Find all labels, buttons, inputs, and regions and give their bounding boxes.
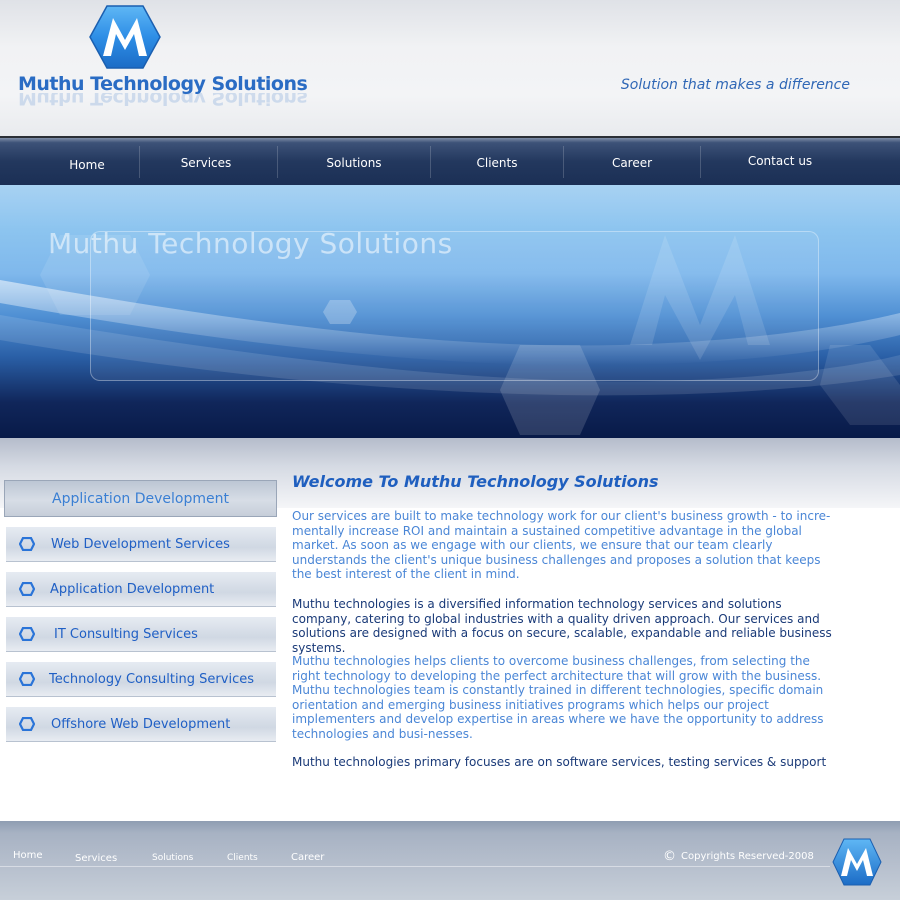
approach-paragraph: Muthu technologies helps clients to over… [292, 654, 824, 741]
sidebar-item-label: Offshore Web Development [51, 717, 231, 732]
sidebar-item-label: Web Development Services [51, 537, 230, 552]
sidebar-item-label: Application Development [50, 582, 215, 597]
nav-divider [700, 146, 701, 178]
nav-clients[interactable]: Clients [432, 148, 562, 178]
footer-link-clients[interactable]: Clients [227, 853, 258, 863]
nav-divider [563, 146, 564, 178]
nav-solutions[interactable]: Solutions [279, 148, 429, 178]
footer-link-solutions[interactable]: Solutions [152, 853, 193, 863]
footer-link-home[interactable]: Home [13, 850, 43, 861]
sidebar-item-it-consulting[interactable]: IT Consulting Services [6, 617, 276, 652]
focus-paragraph: Muthu technologies primary focuses are o… [292, 755, 827, 769]
tagline: Solution that makes a difference [620, 77, 850, 93]
hexagon-bullet-icon [19, 672, 35, 686]
banner-title: Muthu Technology Solutions [48, 227, 453, 260]
footer-link-career[interactable]: Career [291, 852, 324, 863]
nav-home[interactable]: Home [37, 150, 137, 180]
sidebar-heading: Application Development [4, 480, 277, 517]
sidebar-item-application-development[interactable]: Application Development [6, 572, 276, 607]
sidebar-item-offshore-web-development[interactable]: Offshore Web Development [6, 707, 276, 742]
nav-divider [139, 146, 140, 178]
copyright-icon: © [663, 849, 676, 864]
copyright-text: Copyrights Reserved-2008 [681, 851, 814, 862]
hexagon-bullet-icon [19, 582, 35, 596]
footer-divider [0, 866, 830, 867]
hero-banner: Muthu Technology Solutions [0, 185, 900, 438]
hexagon-bullet-icon [19, 627, 35, 641]
main-nav: Home Services Solutions Clients Career C… [0, 136, 900, 185]
nav-divider [430, 146, 431, 178]
sidebar-item-label: IT Consulting Services [54, 627, 198, 642]
hexagon-bullet-icon [19, 537, 35, 551]
sidebar-item-label: Technology Consulting Services [49, 672, 254, 687]
nav-services[interactable]: Services [141, 148, 271, 178]
intro-paragraph: Our services are built to make technolog… [292, 509, 831, 581]
nav-career[interactable]: Career [565, 148, 699, 178]
nav-contact-us[interactable]: Contact us [702, 146, 858, 176]
company-paragraph: Muthu technologies is a diversified info… [292, 597, 832, 655]
sidebar-item-web-development[interactable]: Web Development Services [6, 527, 276, 562]
brand-reflection: Muthu Technology Solutions [18, 93, 308, 109]
footer-logo-icon [832, 838, 882, 886]
hexagon-bullet-icon [19, 717, 35, 731]
nav-divider [277, 146, 278, 178]
site-header: Muthu Technology Solutions Muthu Technol… [0, 0, 900, 136]
site-footer: Home Services Solutions Clients Career ©… [0, 821, 900, 900]
m-hexagon-logo[interactable] [89, 4, 161, 70]
brand-name: Muthu Technology Solutions [18, 73, 308, 95]
sidebar-item-technology-consulting[interactable]: Technology Consulting Services [6, 662, 276, 697]
page-title: Welcome To Muthu Technology Solutions [292, 472, 659, 491]
copyright-notice: © Copyrights Reserved-2008 [663, 849, 814, 864]
footer-link-services[interactable]: Services [75, 853, 117, 864]
